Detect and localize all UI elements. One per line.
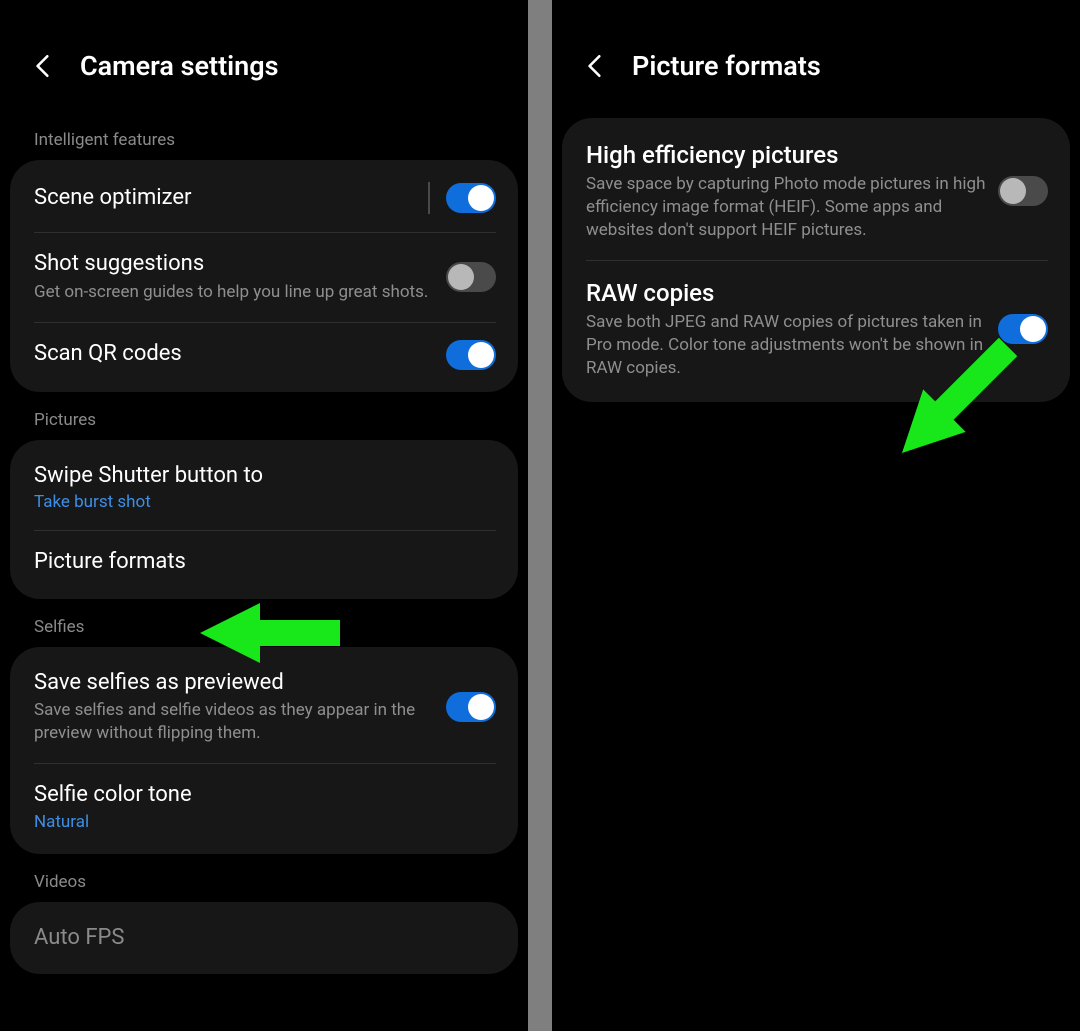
toggle-shot-suggestions[interactable] bbox=[446, 262, 496, 292]
section-label-intelligent: Intelligent features bbox=[0, 130, 528, 160]
row-auto-fps[interactable]: Auto FPS bbox=[10, 906, 518, 971]
row-desc: Save both JPEG and RAW copies of picture… bbox=[586, 311, 986, 380]
row-swipe-shutter[interactable]: Swipe Shutter button to Take burst shot bbox=[10, 444, 518, 531]
row-title: Scene optimizer bbox=[34, 184, 416, 213]
toggle-scene-optimizer[interactable] bbox=[446, 183, 496, 213]
screen-camera-settings: Camera settings Intelligent features Sce… bbox=[0, 0, 528, 1031]
row-save-selfies-previewed[interactable]: Save selfies as previewed Save selfies a… bbox=[10, 651, 518, 763]
row-scan-qr[interactable]: Scan QR codes bbox=[10, 322, 518, 388]
row-raw-copies[interactable]: RAW copies Save both JPEG and RAW copies… bbox=[562, 260, 1070, 398]
row-title: Swipe Shutter button to bbox=[34, 462, 484, 491]
row-desc: Save space by capturing Photo mode pictu… bbox=[586, 173, 986, 242]
screen-picture-formats: Picture formats High efficiency pictures… bbox=[552, 0, 1080, 1031]
card-selfies: Save selfies as previewed Save selfies a… bbox=[10, 647, 518, 854]
row-desc: Save selfies and selfie videos as they a… bbox=[34, 699, 434, 745]
back-icon[interactable] bbox=[30, 53, 56, 79]
section-label-videos: Videos bbox=[0, 872, 528, 902]
row-title: Picture formats bbox=[34, 548, 484, 577]
page-title: Camera settings bbox=[80, 50, 279, 82]
row-title: High efficiency pictures bbox=[586, 140, 986, 171]
row-title: Shot suggestions bbox=[34, 250, 434, 279]
toggle-scan-qr[interactable] bbox=[446, 340, 496, 370]
row-high-efficiency[interactable]: High efficiency pictures Save space by c… bbox=[562, 122, 1070, 260]
row-shot-suggestions[interactable]: Shot suggestions Get on-screen guides to… bbox=[10, 232, 518, 322]
row-selfie-color-tone[interactable]: Selfie color tone Natural bbox=[10, 763, 518, 850]
header: Picture formats bbox=[552, 0, 1080, 112]
row-title: Scan QR codes bbox=[34, 340, 434, 369]
back-icon[interactable] bbox=[582, 53, 608, 79]
row-title: RAW copies bbox=[586, 278, 986, 309]
divider-icon bbox=[428, 182, 430, 214]
toggle-raw-copies[interactable] bbox=[998, 314, 1048, 344]
row-title: Save selfies as previewed bbox=[34, 669, 434, 698]
toggle-save-selfies[interactable] bbox=[446, 692, 496, 722]
card-pictures: Swipe Shutter button to Take burst shot … bbox=[10, 440, 518, 599]
header: Camera settings bbox=[0, 0, 528, 112]
row-desc: Get on-screen guides to help you line up… bbox=[34, 281, 434, 304]
section-label-pictures: Pictures bbox=[0, 410, 528, 440]
row-picture-formats[interactable]: Picture formats bbox=[10, 530, 518, 595]
card-intelligent-features: Scene optimizer Shot suggestions Get on-… bbox=[10, 160, 518, 392]
row-title: Auto FPS bbox=[34, 924, 484, 953]
page-title: Picture formats bbox=[632, 50, 821, 82]
row-value: Take burst shot bbox=[34, 492, 484, 512]
row-scene-optimizer[interactable]: Scene optimizer bbox=[10, 164, 518, 232]
row-value: Natural bbox=[34, 812, 484, 832]
section-label-selfies: Selfies bbox=[0, 617, 528, 647]
row-title: Selfie color tone bbox=[34, 781, 484, 810]
card-picture-formats: High efficiency pictures Save space by c… bbox=[562, 118, 1070, 402]
card-videos: Auto FPS bbox=[10, 902, 518, 975]
toggle-high-efficiency[interactable] bbox=[998, 176, 1048, 206]
